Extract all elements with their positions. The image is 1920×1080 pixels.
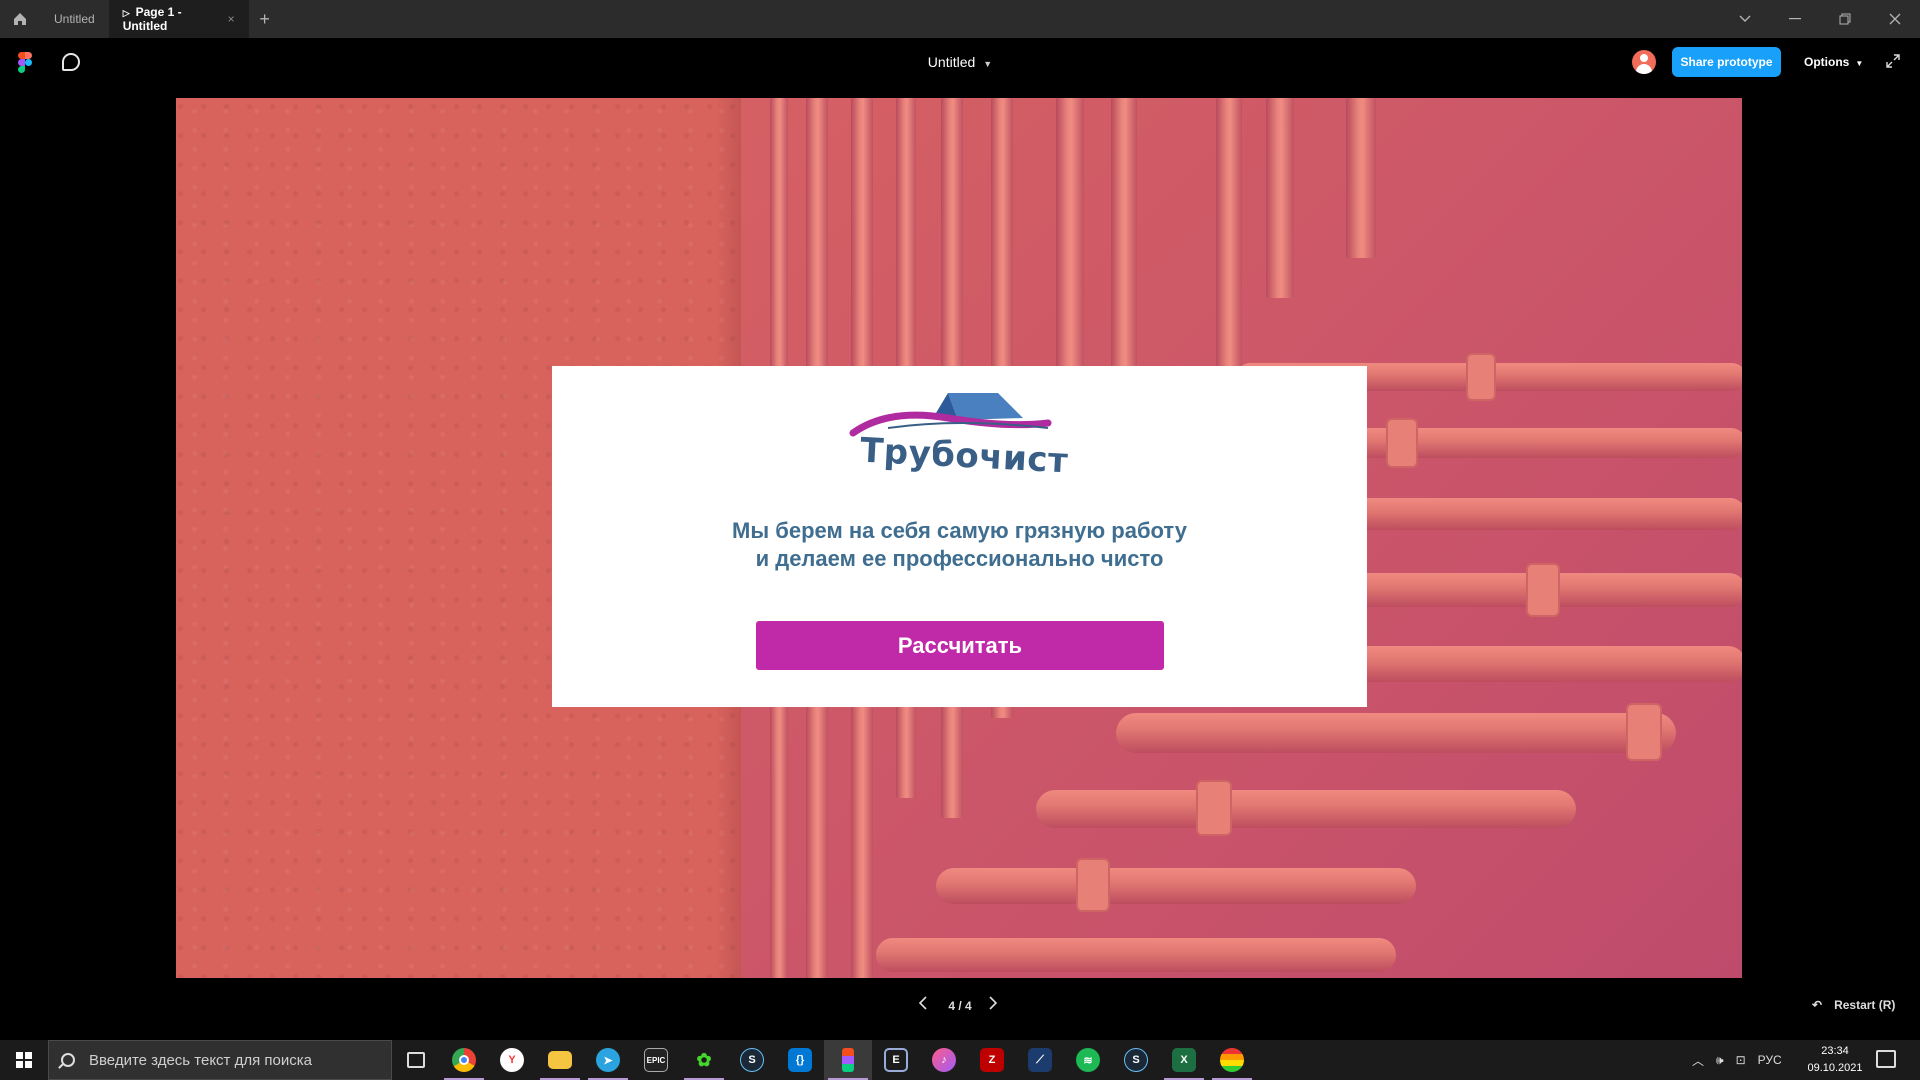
razer-icon[interactable]: ✿ [680,1040,728,1080]
notifications-icon[interactable] [1876,1050,1896,1068]
title-bar: Untitled ▷ Page 1 - Untitled × + [0,0,1920,38]
tab-untitled[interactable]: Untitled [40,0,109,38]
steam-icon[interactable]: S [1112,1040,1160,1080]
pipe [1266,98,1294,298]
epic-games-icon[interactable]: EPIC [632,1040,680,1080]
pipe [1116,713,1676,753]
options-label: Options [1804,55,1850,69]
yandex-browser-icon[interactable]: Y [488,1040,536,1080]
chevron-down-icon: ▼ [983,59,993,69]
excel-icon[interactable]: X [1160,1040,1208,1080]
clock-time: 23:34 [1821,1045,1849,1057]
close-tab-icon[interactable]: × [228,12,235,26]
windows-logo-icon [16,1052,32,1068]
task-view-icon[interactable] [392,1040,440,1080]
prototype-toolbar: Untitled ▼ Share prototype Options ▼ [0,38,1920,86]
chevron-up-icon[interactable]: ︿ [1692,1052,1704,1069]
options-menu[interactable]: Options ▼ [1804,55,1863,69]
pipe [936,868,1416,904]
tab-page-1[interactable]: ▷ Page 1 - Untitled × [108,0,249,38]
trubochist-logo: Трубочист [848,388,1069,488]
play-icon: ▷ [122,8,130,18]
search-icon [61,1053,75,1067]
restart-label: Restart (R) [1834,998,1896,1012]
restore-icon[interactable] [1820,0,1870,38]
network-icon[interactable]: ⊡ [1736,1053,1746,1067]
minimize-icon[interactable] [1770,0,1820,38]
chevron-down-icon: ▼ [1855,59,1864,68]
pipe-joint [1626,703,1662,761]
plus-icon[interactable]: + [249,0,281,38]
fullscreen-icon[interactable] [1886,54,1902,70]
windows-taskbar: Y ➤ EPIC ✿ S {} E ♪ Z ⟋ ≋ S X ︿ 🕪 ⊡ РУС … [0,1040,1920,1080]
next-slide-icon[interactable] [988,996,998,1015]
tagline: Мы берем на себя самую грязную работу и … [552,517,1367,573]
restart-icon: ↶ [1812,998,1823,1012]
terminal-icon[interactable]: E [872,1040,920,1080]
pipe [1346,98,1376,258]
pipe-joint [1526,563,1560,617]
close-icon[interactable] [1870,0,1920,38]
file-explorer-icon[interactable] [536,1040,584,1080]
previous-slide-icon[interactable] [918,996,928,1015]
language-indicator[interactable]: РУС [1758,1053,1782,1067]
tab-label: Untitled [54,12,95,26]
color-app-icon[interactable] [1208,1040,1256,1080]
system-tray: ︿ 🕪 ⊡ РУС [1692,1040,1794,1080]
pipe-joint [1386,418,1418,468]
prototype-frame: Трубочист Мы берем на себя самую грязную… [176,98,1742,978]
tab-label: Page 1 - Untitled [122,5,182,33]
chevron-down-icon[interactable] [1720,0,1770,38]
vscode-icon[interactable]: {} [776,1040,824,1080]
page-indicator: 4 / 4 [948,999,972,1013]
calculate-button[interactable]: Рассчитать [756,621,1164,670]
chrome-icon[interactable] [440,1040,488,1080]
document-title-label: Untitled [927,54,976,70]
taskbar-search-input[interactable] [89,1051,369,1069]
pipe-joint [1466,353,1496,401]
tagline-line-1: Мы берем на себя самую грязную работу [732,518,1187,543]
windows-start-button[interactable] [0,1040,48,1080]
clock[interactable]: 23:34 09.10.2021 [1800,1043,1870,1077]
figma-icon[interactable] [824,1040,872,1080]
volume-icon[interactable]: 🕪 [1716,1053,1724,1068]
steam-icon[interactable]: S [728,1040,776,1080]
avatar[interactable] [1632,50,1656,74]
pipe-joint [1196,780,1232,836]
pipe-joint [1076,858,1110,912]
clock-date: 09.10.2021 [1807,1062,1863,1074]
tagline-line-2: и делаем ее профессионально чисто [755,546,1164,571]
pipe [876,938,1396,972]
telegram-icon[interactable]: ➤ [584,1040,632,1080]
home-icon[interactable] [0,0,40,38]
filezilla-icon[interactable]: Z [968,1040,1016,1080]
app-blue-icon[interactable]: ⟋ [1016,1040,1064,1080]
share-prototype-button[interactable]: Share prototype [1672,47,1781,77]
restart-button[interactable]: ↶ Restart (R) [1812,998,1895,1012]
pipe [1036,790,1576,828]
taskbar-search[interactable] [48,1040,392,1080]
spotify-icon[interactable]: ≋ [1064,1040,1112,1080]
promo-card: Трубочист Мы берем на себя самую грязную… [552,366,1367,707]
itunes-icon[interactable]: ♪ [920,1040,968,1080]
